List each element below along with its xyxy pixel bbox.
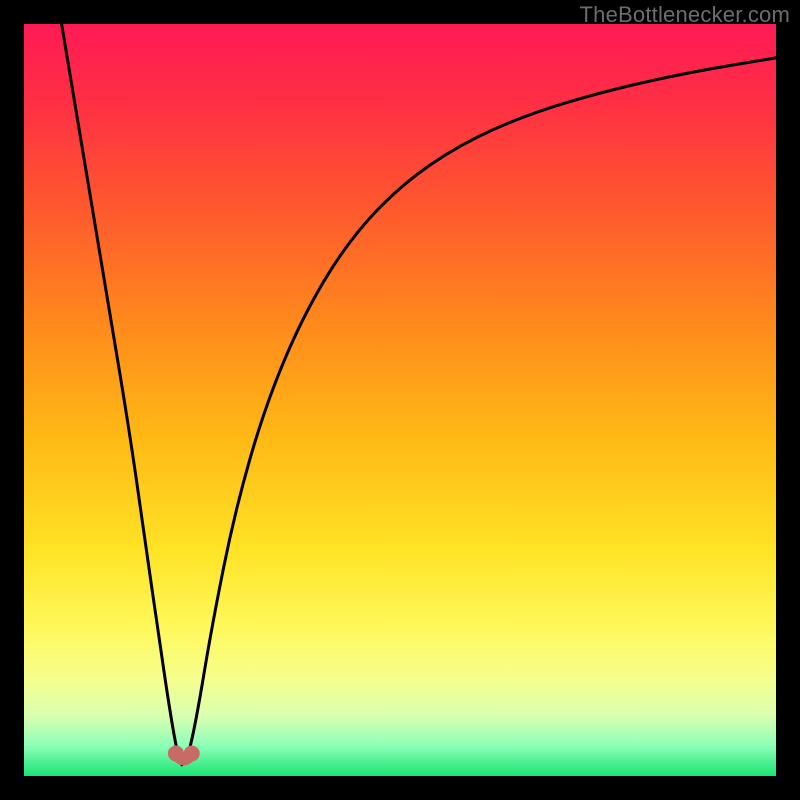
plot-area — [24, 24, 776, 776]
curve-layer — [24, 24, 776, 776]
curve-right-branch — [182, 58, 776, 765]
optimum-marker-right — [184, 745, 200, 761]
optimum-marker-left — [168, 745, 184, 761]
outer-frame: TheBottlenecker.com — [0, 0, 800, 800]
curve-left-branch — [62, 24, 182, 765]
